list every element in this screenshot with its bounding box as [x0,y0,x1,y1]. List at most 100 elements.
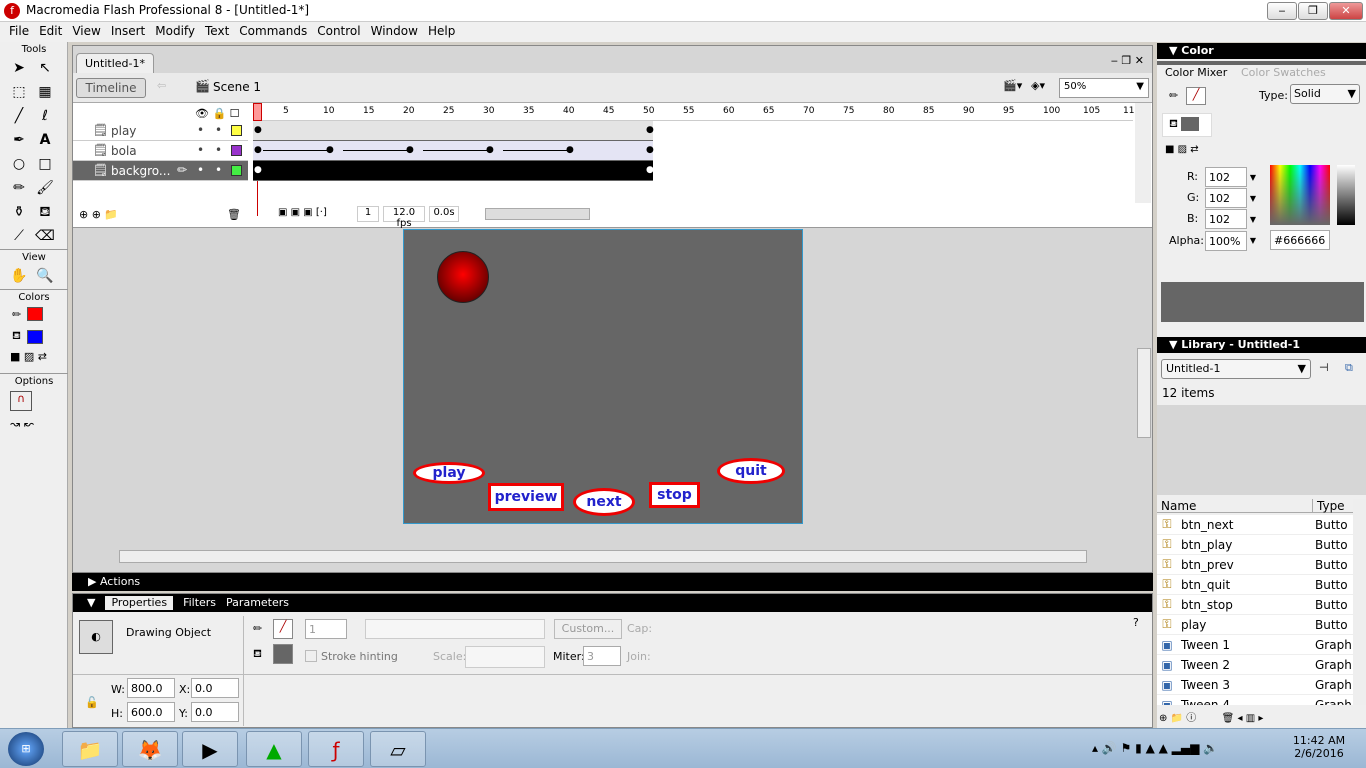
text-tool-icon[interactable]: A [34,129,56,151]
menu-insert[interactable]: Insert [106,22,150,42]
library-item[interactable]: ⚿ play Butto [1157,615,1353,635]
menu-text[interactable]: Text [200,22,234,42]
eraser-tool-icon[interactable]: ⌫ [34,225,56,247]
keyframe[interactable]: ● [646,125,654,135]
miter-input[interactable] [583,646,621,666]
library-item[interactable]: ⚿ btn_play Butto [1157,535,1353,555]
preview-button[interactable]: preview [488,483,564,511]
keyframe[interactable]: ● [646,145,654,155]
paint-bucket-tool-icon[interactable]: ⛾ [34,201,56,223]
keyframe[interactable]: ● [486,145,494,155]
ball[interactable] [437,251,489,303]
new-library-panel-icon[interactable]: ⧉ [1345,361,1353,375]
layer-backgro[interactable]: 🗒 backgro... ✏ • • [73,161,248,181]
clock[interactable]: 11:42 AM 2/6/2016 [1284,734,1354,760]
tab-color-swatches[interactable]: Color Swatches [1241,66,1326,79]
rectangle-tool-icon[interactable]: □ [34,153,56,175]
line-tool-icon[interactable]: ╱ [8,105,30,127]
document-window-controls[interactable]: ‒ ❐ ✕ [1111,54,1144,67]
menu-view[interactable]: View [67,22,105,42]
frame-span[interactable]: ● ● ● ● ● ● [253,141,654,161]
zoom-tool-icon[interactable]: 🔍 [34,265,56,287]
outline-color-swatch[interactable] [231,165,242,176]
explorer-taskbar-icon[interactable]: 📁 [62,731,118,767]
menu-file[interactable]: File [4,22,34,42]
red-input[interactable] [1205,167,1247,187]
smooth-straighten-icon[interactable]: ↝ ↜ [0,415,67,433]
layer-header-icons[interactable]: 👁 🔒 ☐ [195,107,240,120]
timeline-hscroll-thumb[interactable] [485,208,590,220]
actions-panel-header[interactable]: ▶ Actions [72,573,1153,591]
library-vscroll[interactable] [1353,499,1366,705]
start-button[interactable]: ⊞ [8,732,44,766]
edit-symbols-icon[interactable]: ◈▾ [1031,79,1045,92]
add-layer-icons[interactable]: ⊕ ⊕ 📁 [79,208,118,221]
pencil-tool-icon[interactable]: ✏ [8,177,30,199]
menu-commands[interactable]: Commands [234,22,312,42]
flash-taskbar-icon[interactable]: ƒ [308,731,364,767]
visibility-dot[interactable]: • [197,163,204,177]
stage-hscroll-thumb[interactable] [119,550,1087,563]
delete-layer-icon[interactable]: 🗑 [227,208,241,221]
keyframe[interactable]: ● [566,145,574,155]
menu-modify[interactable]: Modify [150,22,200,42]
color-panel-header[interactable]: ▼ Color [1157,43,1366,59]
media-player-taskbar-icon[interactable]: ▶ [182,731,238,767]
zoom-select[interactable]: 50% ▼ [1059,78,1149,98]
fill-type-select[interactable]: Solid ▼ [1290,84,1360,104]
custom-button[interactable]: Custom... [554,619,622,639]
eyedropper-tool-icon[interactable]: ⟋ [8,225,30,247]
keyframe[interactable]: ● [254,165,262,175]
lasso-tool-icon[interactable]: ℓ [34,105,56,127]
lock-dot[interactable]: • [215,143,222,157]
lock-dot[interactable]: • [215,123,222,137]
stroke-style-select[interactable] [365,619,545,639]
stroke-hinting-checkbox[interactable] [305,650,317,662]
scale-select[interactable] [465,646,545,668]
library-item[interactable]: ⚿ btn_next Butto [1157,515,1353,535]
keyframe[interactable]: ● [646,165,654,175]
hex-input[interactable] [1270,230,1330,250]
restore-button[interactable]: ❐ [1298,2,1328,20]
oval-tool-icon[interactable]: ○ [8,153,30,175]
fill-color-swatch[interactable] [273,644,293,664]
notepad-taskbar-icon[interactable]: ▱ [370,731,426,767]
ink-bottle-tool-icon[interactable]: ⚱ [8,201,30,223]
stroke-color-swatch[interactable]: ╱ [1186,87,1206,105]
brush-tool-icon[interactable]: 🖌 [34,177,56,199]
fill-color-control[interactable]: ⛾ [1162,113,1212,137]
back-arrow-icon[interactable]: ⇦ [157,79,166,92]
app-taskbar-icon[interactable]: ▲ [246,731,302,767]
height-input[interactable] [127,702,175,722]
layer-play[interactable]: 🗒 play • • [73,121,248,141]
color-mini-buttons[interactable]: ■ ▨ ⇄ [1165,144,1199,155]
visibility-dot[interactable]: • [197,123,204,137]
library-item[interactable]: ⚿ btn_stop Butto [1157,595,1353,615]
tab-color-mixer[interactable]: Color Mixer [1161,65,1232,80]
subselection-tool-icon[interactable]: ↖ [34,57,56,79]
keyframe[interactable]: ● [326,145,334,155]
fill-color-swatch[interactable] [27,329,43,344]
green-input[interactable] [1205,188,1247,208]
document-tab[interactable]: Untitled-1* [76,53,154,73]
library-footer-icons[interactable]: ⊕ 📁 ⓘ 🗑 ◂ ▥ ▸ [1159,709,1263,724]
playhead[interactable] [253,103,262,121]
firefox-taskbar-icon[interactable]: 🦊 [122,731,178,767]
selection-tool-icon[interactable]: ➤ [8,57,30,79]
library-item[interactable]: ⚿ btn_quit Butto [1157,575,1353,595]
y-input[interactable] [191,702,239,722]
menu-help[interactable]: Help [423,22,460,42]
onion-skin-icons[interactable]: ▣ ▣ ▣ [·] [278,207,327,218]
lock-dot[interactable]: • [215,163,222,177]
color-spectrum[interactable] [1270,165,1330,225]
tab-properties[interactable]: Properties [105,596,174,610]
library-item[interactable]: ▣ Tween 2 Graph [1157,655,1353,675]
menu-edit[interactable]: Edit [34,22,67,42]
layer-bola[interactable]: 🗒 bola • • [73,141,248,161]
timeline-toggle-button[interactable]: Timeline [76,78,146,98]
stroke-weight-input[interactable] [305,619,347,639]
stroke-color-swatch[interactable] [27,307,44,321]
library-panel-header[interactable]: ▼ Library - Untitled-1 [1157,337,1366,353]
frame-span[interactable]: ● ● [253,121,654,141]
slider-arrows[interactable]: ▼ ▼ ▼ ▼ [1248,167,1258,251]
